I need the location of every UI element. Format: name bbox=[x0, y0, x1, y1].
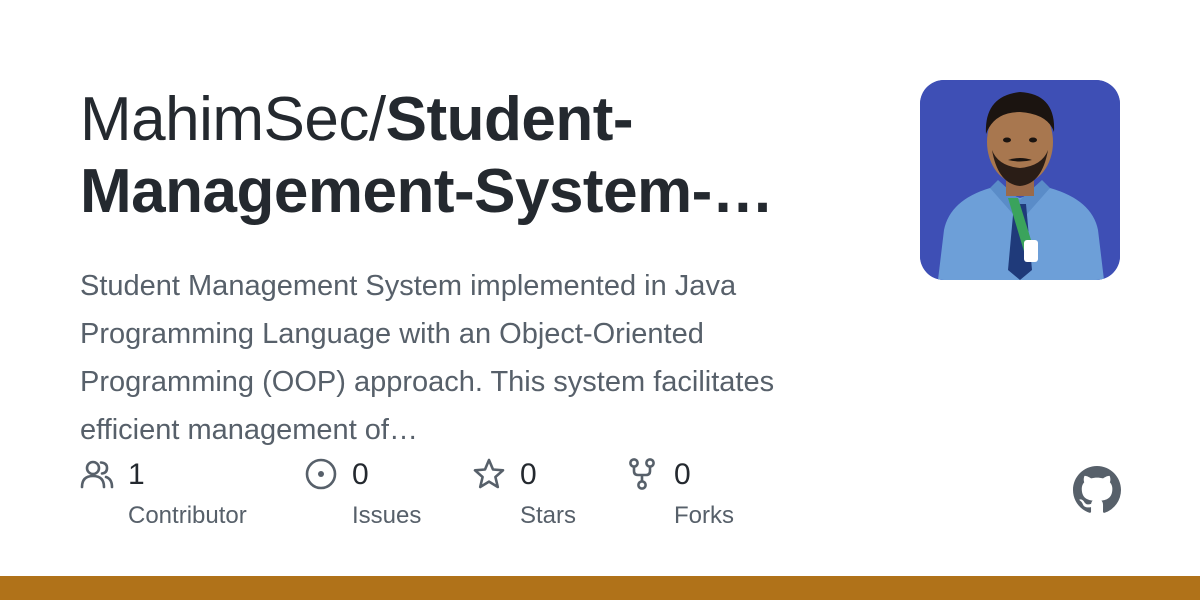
owner-avatar bbox=[920, 80, 1120, 280]
issues-count: 0 bbox=[352, 458, 369, 491]
stat-stars: 0 Stars bbox=[472, 455, 612, 535]
stars-label: Stars bbox=[520, 502, 577, 529]
stat-forks: 0 Forks bbox=[626, 455, 766, 535]
issues-label: Issues bbox=[352, 502, 422, 529]
user-avatar-photo bbox=[920, 80, 1120, 280]
issue-opened-icon bbox=[305, 458, 337, 490]
contributors-count: 1 bbox=[128, 458, 145, 491]
contributors-label: Contributor bbox=[128, 502, 247, 529]
stat-issues: 0 Issues bbox=[304, 455, 454, 535]
repo-forked-icon bbox=[629, 458, 655, 490]
star-icon bbox=[473, 458, 505, 489]
repo-description: Student Management System implemented in… bbox=[80, 270, 775, 446]
forks-label: Forks bbox=[674, 502, 734, 529]
stars-count: 0 bbox=[520, 458, 537, 491]
language-bar bbox=[0, 576, 1200, 600]
stat-contributors: 1 Contributor bbox=[80, 455, 280, 535]
repo-owner: MahimSec/ bbox=[80, 85, 386, 154]
repo-title: MahimSec/Student-Management-System-… bbox=[80, 84, 860, 228]
github-mark-icon bbox=[1073, 466, 1121, 513]
forks-count: 0 bbox=[674, 458, 691, 491]
people-icon bbox=[80, 460, 114, 489]
